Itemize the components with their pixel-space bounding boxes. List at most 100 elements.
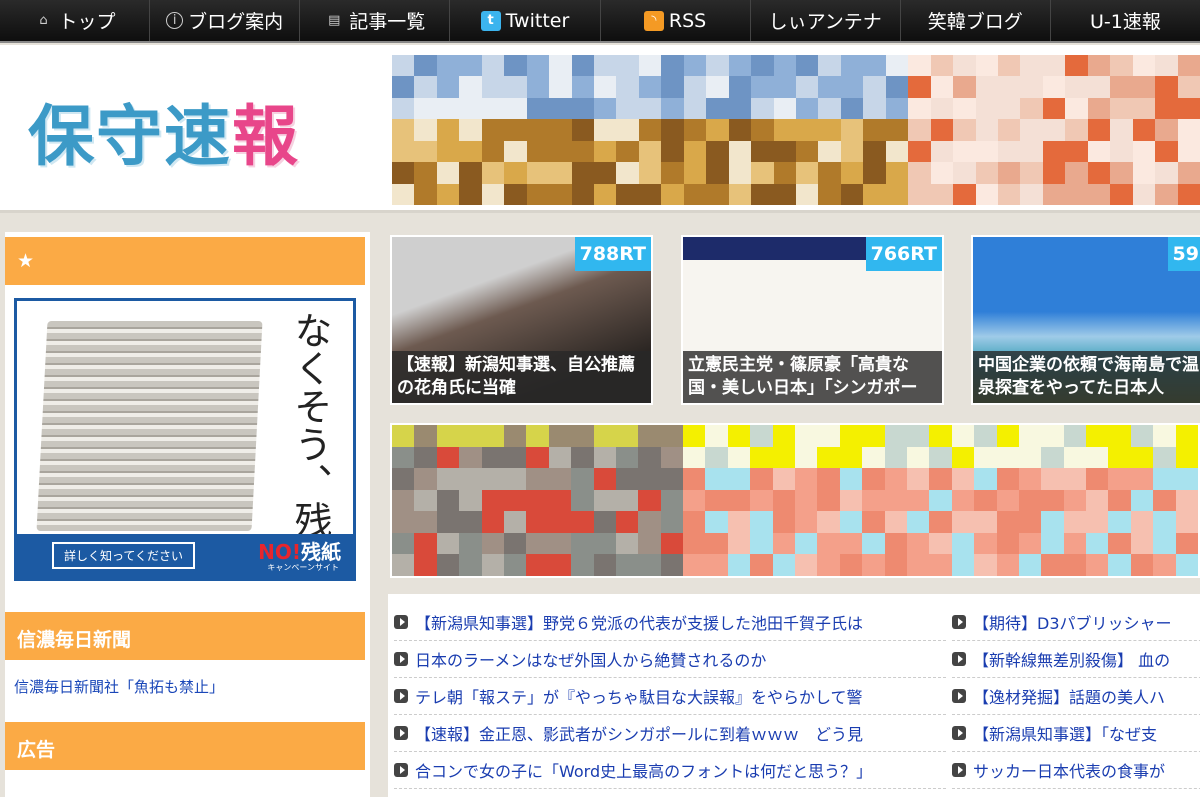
- mosaic-pixel: [593, 425, 616, 447]
- mosaic-pixel: [1063, 554, 1087, 576]
- site-logo[interactable]: 保守速報: [28, 83, 300, 179]
- mosaic-pixel: [1063, 425, 1087, 447]
- mosaic-pixel: [1087, 183, 1111, 205]
- mosaic-pixel: [1153, 446, 1176, 469]
- featured-caption: 中国企業の依頼で海南島で温泉探査をやってた日本人: [973, 351, 1200, 403]
- mosaic-pixel: [1065, 140, 1088, 163]
- mosaic-pixel: [661, 55, 684, 77]
- mosaic-pixel: [615, 446, 639, 469]
- nav-rss[interactable]: ◝ RSS: [601, 0, 751, 41]
- mosaic-pixel: [975, 76, 998, 98]
- mosaic-pixel: [548, 425, 572, 447]
- mosaic-pixel: [615, 425, 639, 447]
- mosaic-pixel: [751, 55, 774, 77]
- sidebar-link-shinano[interactable]: 信濃毎日新聞社「魚拓も禁止」: [14, 676, 224, 697]
- article-link[interactable]: サッカー日本代表の食事が: [952, 752, 1200, 789]
- article-link[interactable]: 【速報】金正恩、影武者がシンガポールに到着ｗｗｗ どう見: [394, 715, 946, 752]
- featured-article-1[interactable]: 788RT 【速報】新潟知事選、自公推薦の花角氏に当確: [390, 235, 653, 405]
- mosaic-pixel: [975, 97, 998, 120]
- mosaic-pixel: [1041, 511, 1064, 533]
- mosaic-pixel: [884, 532, 907, 555]
- mosaic-pixel: [1041, 554, 1064, 576]
- mosaic-pixel: [840, 119, 864, 141]
- article-link[interactable]: テレ朝「報ステ」が『やっちゃ駄目な大誤報』をやらかして警: [394, 678, 946, 715]
- nav-top[interactable]: ⌂ トップ: [0, 0, 151, 41]
- featured-article-2[interactable]: 766RT 立憲民主党・篠原豪「高貴な国・美しい日本」「シンガポー: [681, 235, 944, 405]
- mosaic-pixel: [459, 511, 482, 533]
- mosaic-pixel: [1155, 183, 1178, 205]
- mosaic-pixel: [683, 162, 707, 184]
- mosaic-pixel: [1130, 532, 1154, 555]
- mosaic-pixel: [571, 532, 594, 555]
- mosaic-pixel: [795, 511, 818, 533]
- mosaic-pixel: [863, 97, 886, 120]
- mosaic-pixel: [862, 425, 885, 447]
- mosaic-pixel: [526, 532, 549, 555]
- nav-blog-info[interactable]: i ブログ案内: [150, 0, 301, 41]
- mosaic-pixel: [906, 425, 930, 447]
- mosaic-pixel: [504, 76, 527, 98]
- mosaic-pixel: [1110, 140, 1133, 163]
- mosaic-pixel: [930, 97, 954, 120]
- middle-banner-ad[interactable]: [390, 423, 1200, 578]
- nav-articles[interactable]: ▤ 記事一覧: [300, 0, 451, 41]
- article-link[interactable]: 【新幹線無差別殺傷】 血の: [952, 641, 1200, 678]
- mosaic-pixel: [1132, 55, 1156, 77]
- mosaic-pixel: [1087, 140, 1111, 163]
- mosaic-pixel: [593, 532, 616, 555]
- mosaic-pixel: [906, 511, 930, 533]
- nav-twitter[interactable]: t Twitter: [450, 0, 601, 41]
- featured-article-3[interactable]: 59 中国企業の依頼で海南島で温泉探査をやってた日本人: [971, 235, 1200, 405]
- mosaic-pixel: [795, 554, 818, 576]
- article-link[interactable]: 【逸材発掘】話題の美人ハ: [952, 678, 1200, 715]
- ad-learn-more-button[interactable]: 詳しく知ってください: [52, 542, 196, 569]
- article-link[interactable]: 【新潟県知事選】「なぜ支: [952, 715, 1200, 752]
- article-link[interactable]: 【新潟県知事選】野党６党派の代表が支援した池田千賀子氏は: [394, 604, 946, 641]
- mosaic-pixel: [996, 446, 1019, 469]
- mosaic-pixel: [1155, 119, 1178, 141]
- mosaic-pixel: [930, 162, 954, 184]
- article-link[interactable]: 【期待】D3パブリッシャー: [952, 604, 1200, 641]
- mosaic-pixel: [974, 511, 997, 533]
- mosaic-pixel: [660, 511, 684, 533]
- mosaic-pixel: [392, 76, 415, 98]
- mosaic-pixel: [727, 489, 751, 512]
- mosaic-pixel: [1177, 97, 1200, 120]
- mosaic-pixel: [996, 489, 1019, 512]
- mosaic-pixel: [1041, 425, 1064, 447]
- zanshi-ad-banner[interactable]: なくそう、残紙 詳しく知ってください NO!残紙 キャンペーンサイト: [14, 298, 356, 581]
- mosaic-pixel: [459, 554, 482, 576]
- mosaic-pixel: [773, 76, 796, 98]
- mosaic-pixel: [1020, 76, 1043, 98]
- document-icon: ▤: [328, 13, 341, 28]
- link-text: テレ朝「報ステ」が『やっちゃ駄目な大誤報』をやらかして警: [415, 688, 863, 707]
- nav-antenna[interactable]: しぃアンテナ: [751, 0, 901, 41]
- mosaic-pixel: [459, 55, 482, 77]
- header-banner-ad[interactable]: [392, 55, 1200, 205]
- featured-caption: 立憲民主党・篠原豪「高貴な国・美しい日本」「シンガポー: [683, 351, 942, 403]
- nav-u1[interactable]: U-1速報: [1051, 0, 1200, 41]
- mosaic-pixel: [728, 183, 752, 205]
- mosaic-pixel: [839, 489, 863, 512]
- article-link[interactable]: 合コンで女の子に「Word史上最高のフォントは何だと思う？」: [394, 752, 946, 789]
- article-link[interactable]: 日本のラーメンはなぜ外国人から絶賛されるのか: [394, 641, 946, 678]
- mosaic-pixel: [818, 183, 841, 205]
- mosaic-pixel: [862, 446, 885, 469]
- mosaic-pixel: [459, 162, 482, 184]
- mosaic-pixel: [392, 425, 415, 447]
- mosaic-pixel: [1108, 446, 1131, 469]
- mosaic-pixel: [705, 468, 728, 490]
- mosaic-pixel: [998, 140, 1021, 163]
- mosaic-pixel: [929, 468, 952, 490]
- mosaic-pixel: [683, 55, 707, 77]
- nav-shokan[interactable]: 笑韓ブログ: [901, 0, 1051, 41]
- ad-brand-no: NO!: [258, 540, 301, 564]
- link-text: 【新潟県知事選】野党６党派の代表が支援した池田千賀子氏は: [415, 614, 864, 633]
- mosaic-pixel: [728, 140, 752, 163]
- mosaic-pixel: [772, 425, 795, 447]
- mosaic-pixel: [660, 468, 684, 490]
- mosaic-pixel: [974, 489, 997, 512]
- mosaic-pixel: [1175, 554, 1198, 576]
- mosaic-pixel: [706, 140, 729, 163]
- ad-footer: 詳しく知ってください NO!残紙 キャンペーンサイト: [17, 534, 353, 578]
